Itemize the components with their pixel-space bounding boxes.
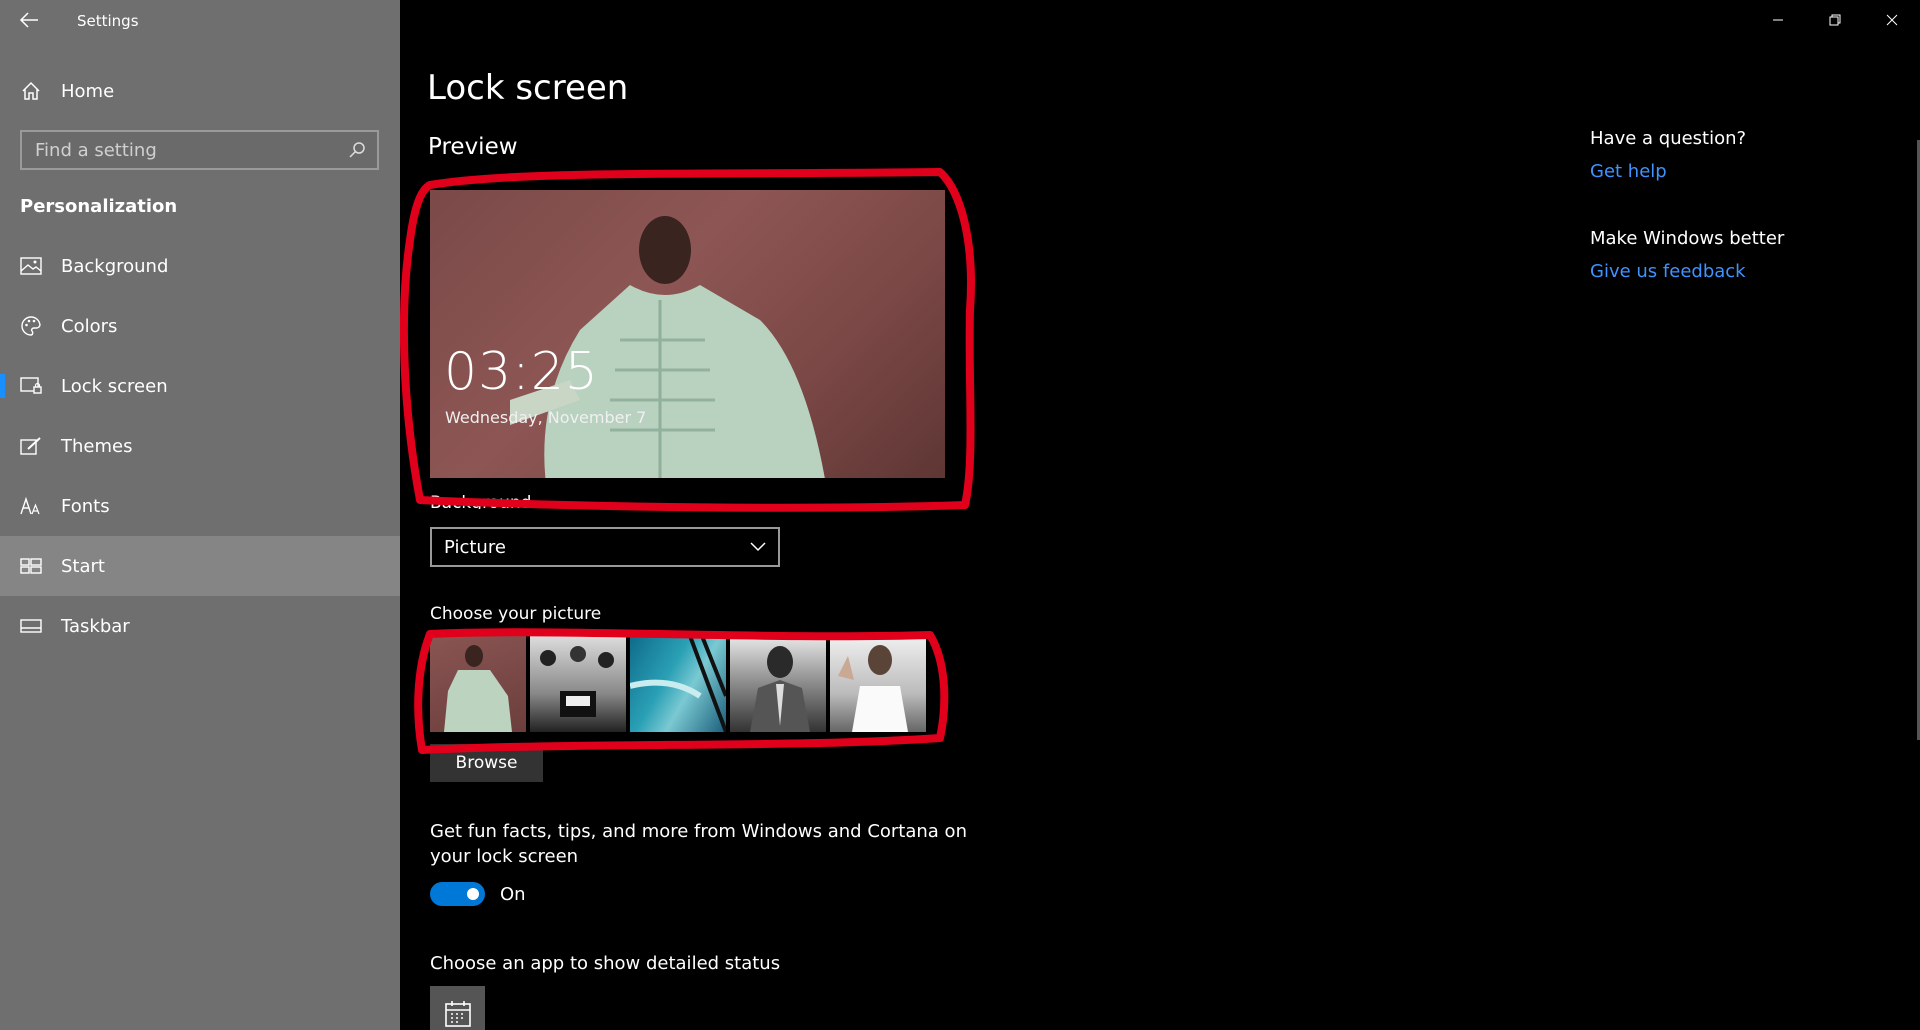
choose-picture-label: Choose your picture [430, 604, 602, 624]
better-heading: Make Windows better [1590, 228, 1785, 249]
sidebar-item-label: Background [61, 255, 169, 277]
sidebar-item-taskbar[interactable]: Taskbar [0, 596, 400, 656]
sidebar-item-label: Colors [61, 315, 118, 337]
restore-icon [1829, 14, 1840, 26]
close-button[interactable] [1863, 0, 1920, 40]
thumbnail-image [838, 645, 908, 732]
sidebar-item-background[interactable]: Background [0, 236, 400, 296]
calendar-icon [444, 1000, 471, 1027]
back-button[interactable] [18, 10, 40, 30]
minimize-icon [1772, 19, 1783, 21]
give-feedback-link[interactable]: Give us feedback [1590, 261, 1890, 282]
sidebar-item-label: Start [61, 555, 105, 577]
nav-home[interactable]: Home [0, 71, 400, 111]
background-label: Background [430, 493, 532, 509]
picture-thumbnail[interactable] [830, 636, 926, 732]
help-column: Have a question? Get help Make Windows b… [1590, 128, 1890, 282]
thumbnail-image [444, 645, 512, 732]
close-icon [1886, 14, 1897, 26]
browse-button[interactable]: Browse [430, 744, 543, 782]
sidebar-item-colors[interactable]: Colors [0, 296, 400, 356]
sidebar-item-label: Fonts [61, 495, 110, 517]
search-input[interactable] [22, 132, 345, 168]
sidebar-item-themes[interactable]: Themes [0, 416, 400, 476]
sidebar-item-label: Lock screen [61, 375, 168, 397]
thumbnail-image [540, 646, 614, 717]
section-title: Personalization [20, 196, 178, 217]
preview-date: Wednesday, November 7 [445, 408, 647, 427]
get-help-link[interactable]: Get help [1590, 161, 1890, 182]
window-controls [1749, 0, 1920, 40]
tips-text: Get fun facts, tips, and more from Windo… [430, 821, 967, 867]
search-icon[interactable] [345, 138, 369, 162]
tips-toggle[interactable] [430, 882, 485, 906]
sidebar-item-label: Taskbar [61, 615, 130, 637]
palette-icon [19, 314, 43, 338]
start-icon [19, 554, 43, 578]
detailed-status-label: Choose an app to show detailed status [430, 953, 781, 974]
fonts-icon [19, 494, 43, 518]
minimize-button[interactable] [1749, 0, 1806, 40]
chevron-down-icon [750, 542, 766, 552]
sidebar: Settings Home Personalization Background… [0, 0, 400, 1030]
detailed-status-app-button[interactable] [430, 986, 485, 1030]
app-title: Settings [77, 12, 139, 30]
home-icon [19, 79, 43, 103]
question-heading: Have a question? [1590, 128, 1747, 149]
taskbar-icon [19, 614, 43, 638]
background-dropdown[interactable]: Picture [430, 527, 780, 567]
thumbnail-image [630, 636, 726, 732]
picture-icon [19, 254, 43, 278]
page-title: Lock screen [427, 68, 629, 108]
themes-icon [19, 434, 43, 458]
background-dropdown-value: Picture [444, 536, 506, 558]
picture-thumbnails [430, 636, 926, 732]
picture-thumbnail[interactable] [730, 636, 826, 732]
sidebar-item-start[interactable]: Start [0, 536, 400, 596]
tips-toggle-label: On [500, 884, 526, 905]
search-box [20, 130, 379, 170]
preview-time: 03:25 [444, 342, 599, 402]
restore-button[interactable] [1806, 0, 1863, 40]
sidebar-item-fonts[interactable]: Fonts [0, 476, 400, 536]
sidebar-item-label: Themes [61, 435, 133, 457]
selection-indicator [0, 374, 5, 398]
toggle-knob [467, 888, 479, 900]
lock-screen-icon [19, 374, 43, 398]
title-bar: Settings [0, 0, 400, 40]
picture-thumbnail[interactable] [630, 636, 726, 732]
picture-thumbnail[interactable] [530, 636, 626, 732]
preview-label: Preview [428, 134, 518, 160]
nav-home-label: Home [61, 80, 115, 102]
sidebar-item-lock-screen[interactable]: Lock screen [0, 356, 400, 416]
thumbnail-image [750, 646, 810, 732]
lock-screen-preview: 03:25 Wednesday, November 7 [430, 190, 945, 478]
main-content: Lock screen Preview 03:25 Wednesday, Nov… [400, 0, 1920, 1030]
back-arrow-icon [19, 12, 38, 28]
nav-list: Background Colors Lock screen Themes Fon… [0, 236, 400, 656]
picture-thumbnail[interactable] [430, 636, 526, 732]
